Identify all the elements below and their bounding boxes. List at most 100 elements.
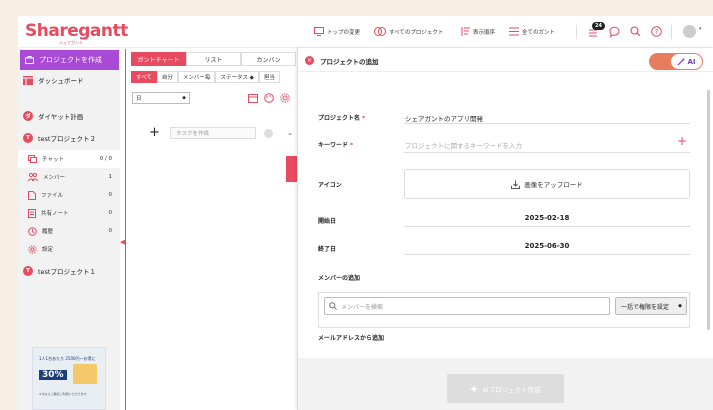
top-nav-label: 表示順序 bbox=[473, 29, 496, 36]
history-icon bbox=[28, 226, 37, 236]
tab-gantt-chart[interactable]: ガントチャート bbox=[131, 52, 186, 66]
sidebar-subitem-settings[interactable]: 設定 bbox=[18, 240, 120, 258]
top-nav-label: トップの変更 bbox=[327, 29, 361, 36]
sidebar-subitem-notes[interactable]: 共有ノート 0 bbox=[18, 204, 120, 222]
input-underline bbox=[404, 152, 690, 153]
input-underline bbox=[404, 123, 690, 124]
label-text: プロジェクト名 bbox=[318, 115, 361, 122]
dashboard-icon bbox=[23, 75, 33, 85]
project-name-label: プロジェクト名 * bbox=[318, 113, 365, 122]
sidebar-subitem-chat[interactable]: チャット 0 / 0 bbox=[18, 150, 120, 168]
ai-toggle-knob: AI bbox=[671, 54, 702, 69]
sidebar-project-test1[interactable]: T testプロジェクト１ bbox=[18, 261, 120, 281]
members-icon bbox=[28, 173, 38, 181]
sort-icon bbox=[461, 27, 470, 36]
assignee-avatar[interactable] bbox=[264, 129, 273, 138]
add-keyword-icon[interactable]: + bbox=[677, 134, 687, 148]
collapse-sidebar-icon[interactable]: ◀ bbox=[120, 238, 125, 246]
notification-badge: 24 bbox=[592, 22, 605, 30]
sparkle-icon bbox=[470, 384, 479, 393]
logo-text: Sharegantt bbox=[25, 21, 128, 41]
calendar-icon[interactable] bbox=[248, 93, 258, 103]
search-icon[interactable] bbox=[630, 26, 641, 37]
sidebar-subitem-label: メンバー bbox=[43, 175, 66, 181]
ai-create-label: AIプロジェクト作成 bbox=[482, 385, 541, 394]
add-by-email-label: メールアドレスから追加 bbox=[318, 335, 385, 342]
keyword-input[interactable]: プロジェクトに関するキーワードを入力 bbox=[405, 140, 522, 150]
tab-list[interactable]: リスト bbox=[186, 52, 241, 66]
magic-wand-icon bbox=[678, 57, 686, 65]
svg-text:?: ? bbox=[655, 28, 659, 36]
gear-icon[interactable] bbox=[280, 93, 290, 103]
sidebar-project-diet[interactable]: ダ ダイヤット計画 bbox=[18, 106, 120, 126]
member-search-placeholder: メンバーを検索 bbox=[341, 303, 384, 311]
sidebar-project-test2[interactable]: T testプロジェクト２ bbox=[18, 128, 120, 148]
file-icon bbox=[28, 190, 36, 200]
filter-bar: すべて 自分 メンバー毎 ステータス ◆ 担当 bbox=[131, 71, 280, 83]
chevron-down-icon[interactable]: ⌄ bbox=[287, 129, 293, 137]
top-divider bbox=[671, 25, 672, 39]
app-frame: Sharegantt シェアガント トップの変更 すべてのプロジェクト 表示順序… bbox=[18, 16, 713, 410]
sidebar-item-dashboard[interactable]: ダッシュボード bbox=[18, 70, 120, 90]
sidebar-subitem-label: 設定 bbox=[42, 247, 54, 253]
user-avatar[interactable] bbox=[683, 25, 696, 38]
project-avatar: ダ bbox=[23, 111, 33, 121]
ai-toggle[interactable]: AI bbox=[649, 53, 703, 70]
project-avatar: T bbox=[23, 266, 33, 276]
project-avatar: T bbox=[23, 133, 33, 143]
keyword-label: キーワード * bbox=[318, 140, 353, 149]
chevron-updown-icon: ◆ bbox=[678, 303, 682, 309]
end-date-label: 終了日 bbox=[318, 246, 337, 253]
chevron-down-icon[interactable]: ▾ bbox=[699, 26, 702, 32]
bulk-permission-select[interactable]: 一括で権限を設定 ◆ bbox=[615, 297, 687, 315]
modal-scrollbar[interactable] bbox=[707, 90, 710, 330]
sidebar-subitem-label: ファイル bbox=[41, 193, 64, 199]
promo-percent: 30% bbox=[39, 370, 67, 380]
start-date-label: 開始日 bbox=[318, 218, 337, 225]
promo-illustration bbox=[73, 364, 97, 384]
close-icon[interactable]: × bbox=[305, 56, 314, 65]
settings-icon bbox=[28, 244, 37, 254]
start-date-input[interactable]: 2025-02-18 bbox=[404, 214, 690, 222]
day-select[interactable]: 日 ◆ bbox=[132, 92, 190, 104]
sidebar-subitem-label: 共有ノート bbox=[41, 211, 69, 217]
sidebar-subitem-members[interactable]: メンバー 1 bbox=[18, 168, 120, 186]
end-date-input[interactable]: 2025-06-30 bbox=[404, 242, 690, 250]
sidebar-subitem-files[interactable]: ファイル 0 bbox=[18, 186, 120, 204]
top-bar: Sharegantt シェアガント トップの変更 すべてのプロジェクト 表示順序… bbox=[18, 16, 713, 48]
upload-image-button[interactable]: 画像をアップロード bbox=[404, 169, 690, 199]
chat-icon bbox=[28, 155, 37, 163]
help-icon[interactable]: ? bbox=[651, 26, 662, 37]
add-members-label: メンバーの追加 bbox=[318, 275, 361, 282]
filter-all[interactable]: すべて bbox=[131, 71, 157, 83]
bulk-permission-value: 一括で権限を設定 bbox=[621, 303, 670, 311]
required-mark: * bbox=[362, 115, 366, 122]
top-nav-sort[interactable]: 表示順序 bbox=[460, 27, 495, 36]
logo[interactable]: Sharegantt シェアガント bbox=[25, 21, 128, 45]
filter-status[interactable]: ステータス ◆ bbox=[215, 71, 259, 83]
member-search-input[interactable]: メンバーを検索 bbox=[324, 297, 610, 315]
project-name-input[interactable]: シェアガントのアプリ開発 bbox=[405, 113, 483, 123]
promo-banner[interactable]: 1人1台あたり 2500円〜お得に 30% ※今ならご継続ご利用いただけます bbox=[32, 347, 106, 410]
chat-bubble-icon[interactable] bbox=[609, 26, 620, 37]
sidebar-subitem-count: 0 / 0 bbox=[99, 156, 112, 162]
top-nav-all-gantt[interactable]: 全てのガント bbox=[509, 27, 555, 36]
upload-icon bbox=[511, 180, 521, 189]
promo-text: 1人1台あたり 2500円〜お得に bbox=[39, 356, 96, 361]
top-nav-all-projects[interactable]: すべてのプロジェクト bbox=[374, 27, 443, 36]
palette-icon[interactable] bbox=[264, 93, 274, 103]
sidebar-subitem-history[interactable]: 履歴 0 bbox=[18, 222, 120, 240]
create-project-button[interactable]: プロジェクトを作成 bbox=[20, 50, 119, 70]
promo-note: ※今ならご継続ご利用いただけます bbox=[39, 392, 87, 396]
filter-by-member[interactable]: メンバー毎 bbox=[177, 71, 216, 83]
top-nav-change-top[interactable]: トップの変更 bbox=[314, 27, 360, 36]
sidebar-subitem-label: チャット bbox=[42, 157, 64, 163]
icon-label: アイコン bbox=[318, 182, 342, 189]
tab-kanban[interactable]: カンバン bbox=[241, 52, 296, 66]
task-create-input[interactable]: タスクを作成 bbox=[170, 127, 256, 139]
filter-assignee[interactable]: 担当 bbox=[258, 71, 280, 83]
filter-mine[interactable]: 自分 bbox=[156, 71, 178, 83]
add-task-icon[interactable]: + bbox=[149, 125, 160, 140]
ai-create-project-button[interactable]: AIプロジェクト作成 bbox=[447, 374, 564, 403]
sidebar-subitem-count: 1 bbox=[108, 174, 113, 180]
